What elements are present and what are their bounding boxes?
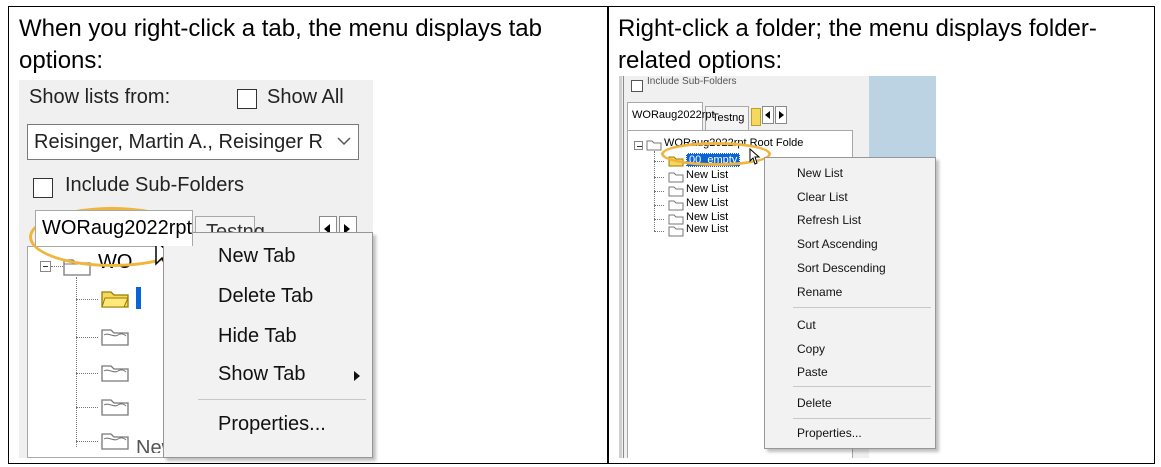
include-subfolders-checkbox[interactable]	[631, 80, 643, 92]
folder-icon	[101, 365, 129, 382]
collapse-icon[interactable]	[634, 141, 643, 150]
folder-icon	[668, 200, 684, 211]
menu-item-show-tab[interactable]: Show Tab	[218, 363, 305, 386]
owner-select[interactable]: Reisinger, Martin A., Reisinger Resc	[27, 124, 359, 160]
chevron-down-icon	[337, 137, 351, 146]
menu-separator	[793, 418, 931, 419]
collapse-icon[interactable]	[40, 261, 51, 272]
folder-icon	[101, 399, 129, 416]
tab-scroll-right-button[interactable]	[775, 106, 787, 124]
menu-item-cut[interactable]: Cut	[797, 318, 816, 332]
selection-sliver	[136, 287, 141, 309]
folder-icon	[668, 172, 684, 183]
show-lists-label: Show lists from:	[29, 86, 171, 108]
menu-item-rename[interactable]: Rename	[797, 285, 842, 299]
tab-label: Testng	[712, 112, 745, 124]
tab-context-menu: New Tab Delete Tab Hide Tab Show Tab Pro…	[163, 232, 373, 458]
menu-item-new-tab[interactable]: New Tab	[218, 245, 295, 268]
tab-scroll-left-button[interactable]	[762, 106, 774, 124]
folder-icon	[646, 140, 662, 151]
menu-item-delete[interactable]: Delete	[797, 396, 832, 410]
menu-item-properties[interactable]: Properties...	[218, 413, 326, 436]
menu-separator	[198, 399, 366, 400]
open-folder-icon	[101, 291, 129, 308]
folder-context-menu: New List Clear List Refresh List Sort As…	[764, 157, 936, 449]
menu-separator	[793, 307, 931, 308]
folder-icon	[668, 186, 684, 197]
left-caption: When you right-click a tab, the menu dis…	[19, 15, 542, 74]
menu-item-properties[interactable]: Properties...	[797, 426, 862, 440]
show-all-checkbox[interactable]	[237, 89, 257, 109]
tab-woraug2022rpt[interactable]: WORaug2022rpt	[35, 210, 193, 246]
include-subfolders-checkbox[interactable]	[33, 178, 53, 198]
folder-icon	[668, 226, 684, 237]
right-caption: Right-click a folder; the menu displays …	[618, 15, 1097, 74]
tree-item[interactable]: New List	[686, 169, 728, 181]
tree-item[interactable]: New List	[686, 211, 728, 223]
menu-separator	[793, 386, 931, 387]
menu-item-hide-tab[interactable]: Hide Tab	[218, 325, 297, 348]
tab-woraug2022rpt[interactable]: WORaug2022rpt	[627, 102, 715, 130]
menu-item-sort-descending[interactable]: Sort Descending	[797, 261, 886, 275]
tab-folder-fragment	[751, 108, 761, 126]
tab-label: WORaug2022rpt	[632, 109, 715, 121]
owner-select-value: Reisinger, Martin A., Reisinger Resc	[34, 131, 324, 153]
tree-item[interactable]: New List	[686, 183, 728, 195]
folder-icon	[668, 214, 684, 225]
menu-item-paste[interactable]: Paste	[797, 365, 828, 379]
folder-icon	[101, 433, 129, 450]
folder-icon	[101, 329, 129, 346]
tab-label: WORaug2022rpt	[42, 217, 192, 239]
menu-item-copy[interactable]: Copy	[797, 342, 825, 356]
show-all-label: Show All	[267, 86, 344, 108]
submenu-arrow-icon	[354, 371, 360, 381]
table-column-divider	[607, 7, 609, 463]
menu-item-delete-tab[interactable]: Delete Tab	[218, 285, 313, 308]
tree-item[interactable]: New List	[686, 223, 728, 235]
arrow-left-icon	[765, 111, 770, 119]
arrow-right-icon	[779, 111, 784, 119]
menu-item-refresh-list[interactable]: Refresh List	[797, 213, 861, 227]
menu-item-sort-ascending[interactable]: Sort Ascending	[797, 237, 878, 251]
include-subfolders-label: Include Sub-Folders	[647, 76, 737, 87]
menu-item-clear-list[interactable]: Clear List	[797, 190, 848, 204]
mouse-cursor-icon	[749, 148, 761, 165]
tree-item[interactable]: New List	[686, 197, 728, 209]
menu-item-new-list[interactable]: New List	[797, 166, 843, 180]
include-subfolders-label: Include Sub-Folders	[65, 174, 244, 196]
